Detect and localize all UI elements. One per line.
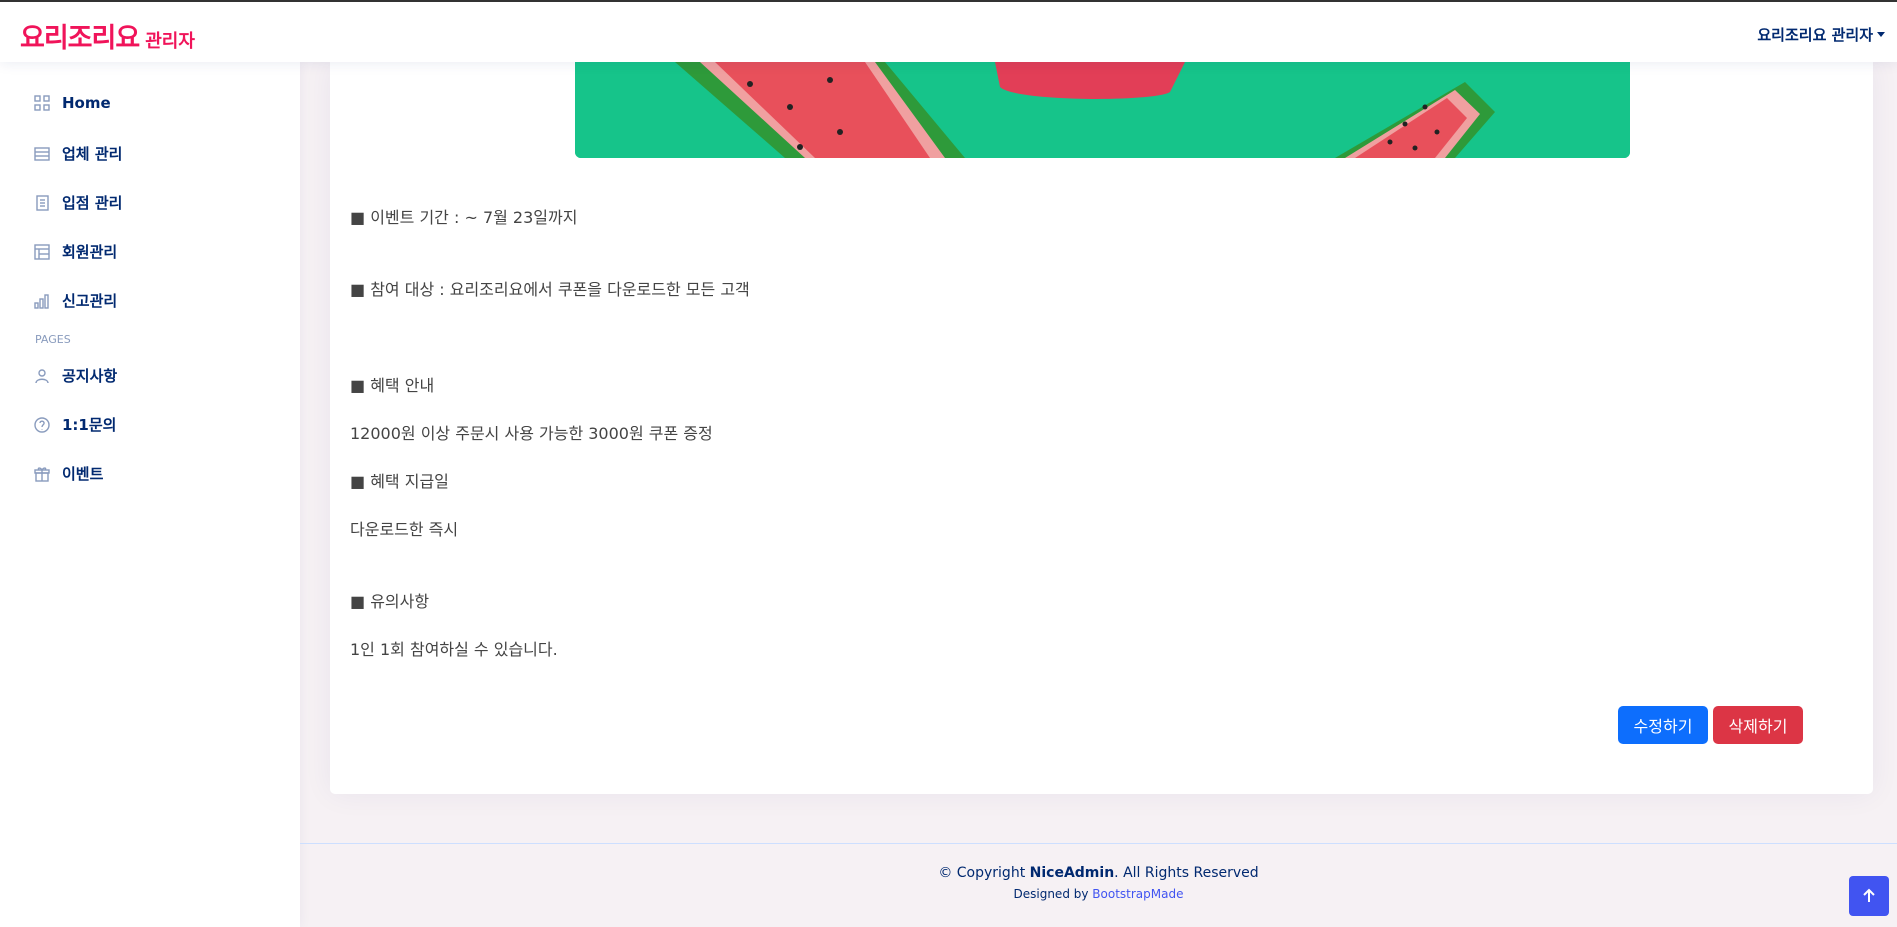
sidebar-item-home[interactable]: Home — [34, 94, 111, 112]
sidebar: Home 업체 관리 입점 관리 회원관리 신고관리 PAGES 공지사항 1:… — [0, 62, 300, 927]
event-target: ■ 참여 대상 : 요리조리요에서 쿠폰을 다운로드한 모든 고객 — [350, 280, 750, 299]
copyright-suffix: . All Rights Reserved — [1114, 865, 1259, 881]
payment-date-heading: ■ 혜택 지급일 — [350, 472, 449, 491]
footer: © Copyright NiceAdmin. All Rights Reserv… — [300, 865, 1897, 901]
designer-link[interactable]: BootstrapMade — [1092, 887, 1183, 901]
sidebar-item-reports[interactable]: 신고관리 — [34, 290, 117, 311]
sidebar-item-label: 이벤트 — [62, 465, 104, 483]
sidebar-item-label: 공지사항 — [62, 367, 118, 385]
top-header: 요리조리요 관리자 요리조리요 관리자 — [0, 0, 1897, 62]
question-circle-icon — [34, 416, 50, 433]
payment-date-detail: 다운로드한 즉시 — [350, 520, 459, 539]
caret-down-icon — [1877, 32, 1885, 37]
credits: Designed by BootstrapMade — [300, 887, 1897, 901]
designed-by-text: Designed by — [1013, 887, 1093, 901]
journal-icon — [36, 194, 49, 211]
profile-dropdown[interactable]: 요리조리요 관리자 — [1757, 24, 1885, 45]
layout-icon — [34, 146, 50, 161]
sidebar-item-inquiry[interactable]: 1:1문의 — [34, 414, 116, 435]
profile-name: 요리조리요 관리자 — [1757, 26, 1873, 44]
copyright-brand: NiceAdmin — [1029, 865, 1115, 881]
sidebar-heading-pages: PAGES — [35, 333, 71, 346]
sidebar-item-notice[interactable]: 공지사항 — [34, 365, 117, 386]
sidebar-item-label: 1:1문의 — [62, 416, 117, 434]
gift-icon — [34, 466, 50, 482]
back-to-top-button[interactable] — [1849, 876, 1889, 916]
footer-divider — [300, 843, 1897, 844]
notice-detail: 1인 1회 참여하실 수 있습니다. — [350, 640, 558, 659]
edit-button[interactable]: 수정하기 — [1618, 706, 1708, 744]
logo[interactable]: 요리조리요 관리자 — [20, 16, 195, 55]
grid-icon — [34, 95, 50, 111]
sidebar-item-event[interactable]: 이벤트 — [34, 463, 103, 484]
sidebar-item-company[interactable]: 업체 관리 — [34, 143, 122, 164]
table-icon — [34, 243, 50, 260]
sidebar-item-label: 회원관리 — [62, 243, 118, 261]
event-banner-image — [575, 62, 1630, 158]
watermelon-illustration — [575, 62, 1630, 158]
sidebar-item-label: 입점 관리 — [62, 194, 123, 212]
sidebar-item-label: 신고관리 — [62, 292, 118, 310]
delete-button[interactable]: 삭제하기 — [1713, 706, 1803, 744]
copyright: © Copyright NiceAdmin. All Rights Reserv… — [300, 865, 1897, 881]
notice-heading: ■ 유의사항 — [350, 592, 430, 611]
event-period: ■ 이벤트 기간 : ~ 7월 23일까지 — [350, 208, 578, 227]
sidebar-item-label: 업체 관리 — [62, 145, 123, 163]
benefit-heading: ■ 혜택 안내 — [350, 376, 435, 395]
logo-sub-text: 관리자 — [145, 31, 195, 52]
sidebar-item-members[interactable]: 회원관리 — [34, 241, 117, 262]
sidebar-item-label: Home — [62, 94, 111, 112]
person-icon — [35, 368, 49, 383]
benefit-detail: 12000원 이상 주문시 사용 가능한 3000원 쿠폰 증정 — [350, 424, 713, 443]
sidebar-item-store[interactable]: 입점 관리 — [34, 192, 122, 213]
copyright-prefix: © Copyright — [938, 865, 1030, 881]
bar-chart-icon — [34, 293, 49, 309]
arrow-up-icon — [1863, 888, 1875, 902]
logo-main-text: 요리조리요 — [20, 23, 140, 54]
event-detail-card: ■ 이벤트 기간 : ~ 7월 23일까지 ■ 참여 대상 : 요리조리요에서 … — [330, 62, 1873, 794]
